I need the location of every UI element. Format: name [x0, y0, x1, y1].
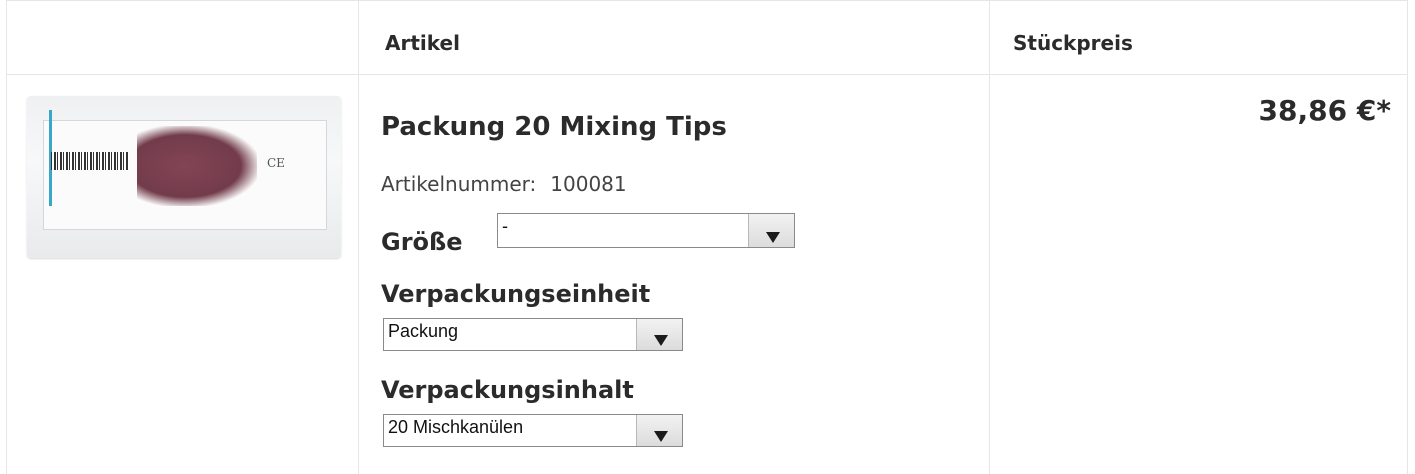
mixing-tips-graphic: [137, 126, 257, 206]
size-dropdown-button[interactable]: [748, 214, 794, 247]
article-number-value: 100081: [550, 172, 627, 196]
size-label: Größe: [381, 228, 463, 256]
unit-price: 38,86 €*: [1258, 94, 1391, 127]
ce-mark-icon: CE: [267, 156, 285, 170]
size-select-value: -: [502, 216, 508, 236]
product-image[interactable]: CE: [27, 96, 341, 258]
packaging-unit-dropdown-button[interactable]: [636, 319, 682, 350]
table-top-border: [7, 0, 1407, 1]
column-header-unit-price: Stückpreis: [1013, 31, 1133, 55]
article-number: Artikelnummer: 100081: [381, 172, 627, 196]
header-divider: [7, 74, 1407, 75]
article-number-label: Artikelnummer:: [381, 172, 537, 196]
packaging-unit-select[interactable]: Packung: [383, 318, 683, 351]
column-header-article: Artikel: [385, 31, 460, 55]
packaging-unit-select-value: Packung: [388, 321, 459, 341]
packaging-content-select-value: 20 Mischkanülen: [388, 417, 524, 437]
column-divider-2: [989, 0, 990, 474]
packaging-content-select[interactable]: 20 Mischkanülen: [383, 414, 683, 447]
size-select[interactable]: -: [497, 213, 795, 248]
packaging-content-dropdown-button[interactable]: [636, 415, 682, 446]
chevron-down-icon: [766, 232, 780, 243]
column-divider-1: [358, 0, 359, 474]
chevron-down-icon: [654, 431, 668, 442]
packaging-unit-label: Verpackungseinheit: [381, 280, 651, 308]
cart-table: Artikel Stückpreis CE Packung 20 Mixing …: [6, 0, 1408, 474]
barcode-icon: [51, 152, 129, 170]
product-title[interactable]: Packung 20 Mixing Tips: [381, 112, 727, 142]
packaging-content-label: Verpackungsinhalt: [381, 376, 634, 404]
chevron-down-icon: [654, 335, 668, 346]
